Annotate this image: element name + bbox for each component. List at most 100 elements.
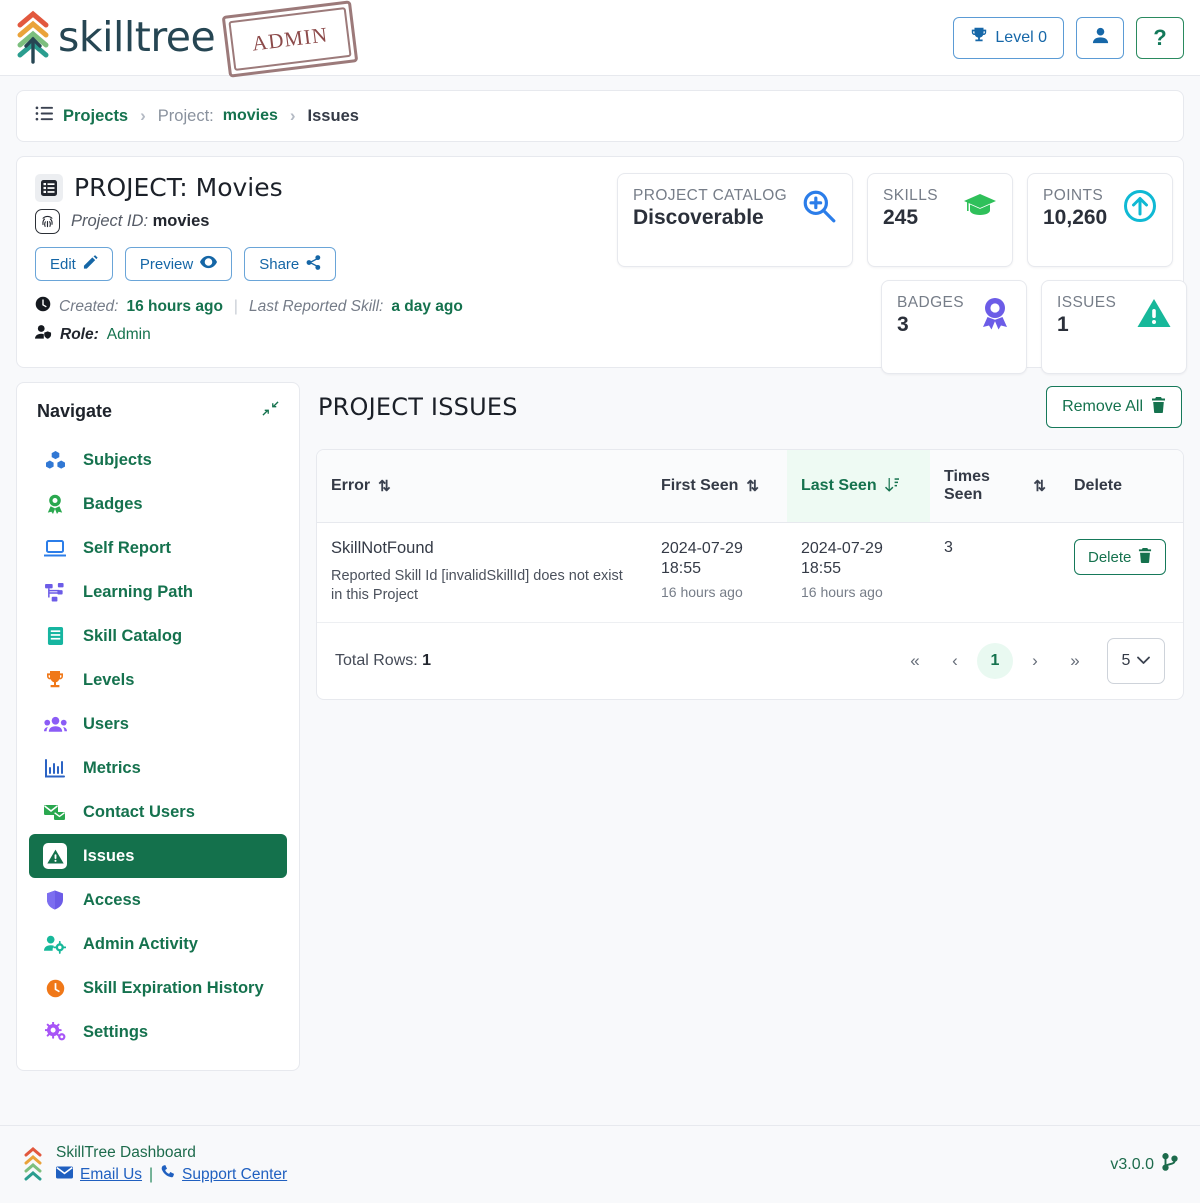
project-diagram-icon xyxy=(43,582,67,602)
sidebar-item-settings[interactable]: Settings xyxy=(29,1010,287,1054)
preview-button-label: Preview xyxy=(139,255,194,273)
pagination-first-button[interactable]: « xyxy=(897,643,933,679)
admin-stamp: ADMIN xyxy=(221,0,359,78)
email-us-link[interactable]: Email Us xyxy=(80,1166,142,1184)
project-title-row: PROJECT: Movies xyxy=(35,173,595,202)
sidebar-item-users[interactable]: Users xyxy=(29,702,287,746)
column-label: First Seen xyxy=(661,477,739,494)
role-value: Admin xyxy=(106,325,151,343)
column-header-first-seen[interactable]: First Seen ⇅ xyxy=(647,450,787,523)
sidebar-item-issues[interactable]: Issues xyxy=(29,834,287,878)
total-rows-value: 1 xyxy=(422,651,432,669)
tile-value: Discoverable xyxy=(633,206,764,229)
delete-button-label: Delete xyxy=(1088,548,1132,566)
stat-tile-project-catalog[interactable]: PROJECT CATALOG Discoverable xyxy=(617,173,853,267)
breadcrumb-projects[interactable]: Projects xyxy=(63,107,128,126)
issues-header: PROJECT ISSUES Remove All xyxy=(316,382,1184,428)
support-center-link[interactable]: Support Center xyxy=(182,1166,287,1184)
edit-button[interactable]: Edit xyxy=(35,247,113,281)
sidebar-item-label: Skill Catalog xyxy=(83,626,183,645)
column-header-last-seen[interactable]: Last Seen xyxy=(787,450,930,523)
tile-head: PROJECT CATALOG Discoverable xyxy=(633,187,837,230)
stat-tile-issues[interactable]: ISSUES 1 xyxy=(1041,280,1187,374)
help-button[interactable]: ? xyxy=(1136,16,1184,59)
pagination-page-1[interactable]: 1 xyxy=(977,642,1013,679)
warning-triangle-icon xyxy=(43,843,67,869)
stat-tile-points[interactable]: POINTS 10,260 xyxy=(1027,173,1173,267)
project-id-label: Project ID xyxy=(71,212,144,230)
pagination-prev-button[interactable]: ‹ xyxy=(937,643,973,679)
pagination-last-button[interactable]: » xyxy=(1057,643,1093,679)
page-size-select[interactable]: 5 xyxy=(1107,637,1165,684)
issues-title: PROJECT ISSUES xyxy=(318,393,518,421)
app-root: skilltree ADMIN Level 0 ? Projects › Pro… xyxy=(0,0,1200,1203)
sidebar-item-access[interactable]: Access xyxy=(29,878,287,922)
sidebar-item-admin-activity[interactable]: Admin Activity xyxy=(29,922,287,966)
breadcrumb-project-name[interactable]: movies xyxy=(223,107,278,125)
user-menu-button[interactable] xyxy=(1076,16,1124,59)
brand-logo[interactable]: skilltree ADMIN xyxy=(12,0,359,78)
warning-triangle-icon xyxy=(1137,298,1171,333)
admin-stamp-label: ADMIN xyxy=(250,21,330,55)
user-icon xyxy=(1091,26,1110,50)
table-pagination: Total Rows: 1 « ‹ 1 › » 5 xyxy=(317,623,1183,699)
trash-icon xyxy=(1151,396,1166,418)
project-meta-role: Role: Admin xyxy=(35,324,595,345)
chevron-down-icon xyxy=(1137,652,1151,670)
tile-value: 245 xyxy=(883,206,919,229)
project-info-left: PROJECT: Movies Project ID: movies Edit xyxy=(35,173,595,353)
share-button[interactable]: Share xyxy=(244,247,337,281)
trash-icon xyxy=(1138,547,1152,567)
award-ribbon-icon xyxy=(979,296,1011,335)
sidebar-item-metrics[interactable]: Metrics xyxy=(29,746,287,790)
last-skill-label: Last Reported Skill: xyxy=(248,297,384,315)
created-label: Created: xyxy=(59,297,119,315)
sidebar-item-skill-expiration-history[interactable]: Skill Expiration History xyxy=(29,966,287,1010)
column-header-times-seen[interactable]: Times Seen ⇅ xyxy=(930,450,1060,523)
column-label: Times Seen xyxy=(944,468,990,503)
stat-tile-badges[interactable]: BADGES 3 xyxy=(881,280,1027,374)
sidebar-item-contact-users[interactable]: Contact Users xyxy=(29,790,287,834)
sidebar-item-subjects[interactable]: Subjects xyxy=(29,438,287,482)
sidebar-item-badges[interactable]: Badges xyxy=(29,482,287,526)
tile-label: BADGES xyxy=(897,294,965,311)
header-actions: Level 0 ? xyxy=(953,16,1184,59)
column-label: Last Seen xyxy=(801,477,877,494)
sidebar-item-label: Skill Expiration History xyxy=(83,978,264,997)
created-value: 16 hours ago xyxy=(126,297,223,315)
column-header-error[interactable]: Error ⇅ xyxy=(317,450,647,523)
level-button[interactable]: Level 0 xyxy=(953,16,1064,59)
users-icon xyxy=(43,716,67,733)
navigate-header: Navigate xyxy=(29,395,287,426)
clock-icon xyxy=(43,979,67,998)
sidebar-item-self-report[interactable]: Self Report xyxy=(29,526,287,570)
navigate-title: Navigate xyxy=(37,400,113,421)
footer-version: v3.0.0 xyxy=(1110,1153,1178,1176)
version-label: v3.0.0 xyxy=(1110,1155,1154,1173)
pagination-next-button[interactable]: › xyxy=(1017,643,1053,679)
page-title: PROJECT: Movies xyxy=(74,173,283,202)
sidebar-item-label: Access xyxy=(83,890,141,909)
last-seen-ago: 16 hours ago xyxy=(801,584,883,600)
gears-icon xyxy=(43,1022,67,1042)
sidebar-item-levels[interactable]: Levels xyxy=(29,658,287,702)
trophy-icon xyxy=(970,26,988,49)
shield-icon xyxy=(43,890,67,910)
page-body: Navigate Subjects Badges Self Report Lea… xyxy=(0,368,1200,1125)
project-stat-tiles: PROJECT CATALOG Discoverable SKILLS 245 … xyxy=(617,173,1187,374)
breadcrumb: Projects › Project: movies › Issues xyxy=(16,90,1184,142)
role-label: Role: xyxy=(60,325,99,343)
list-tree-icon xyxy=(35,105,54,127)
sidebar-item-skill-catalog[interactable]: Skill Catalog xyxy=(29,614,287,658)
compress-arrows-icon[interactable] xyxy=(262,400,279,422)
project-id-sep: : xyxy=(143,212,153,230)
preview-button[interactable]: Preview xyxy=(124,247,233,281)
sidebar-item-label: Badges xyxy=(83,494,143,513)
sidebar-item-learning-path[interactable]: Learning Path xyxy=(29,570,287,614)
remove-all-button[interactable]: Remove All xyxy=(1046,386,1182,428)
stat-tile-skills[interactable]: SKILLS 245 xyxy=(867,173,1013,267)
delete-button[interactable]: Delete xyxy=(1074,539,1167,575)
arrow-up-circle-icon xyxy=(1123,189,1157,228)
stat-tiles-row-2: BADGES 3 ISSUES 1 xyxy=(881,280,1187,374)
project-id-text: Project ID: movies xyxy=(71,212,209,231)
